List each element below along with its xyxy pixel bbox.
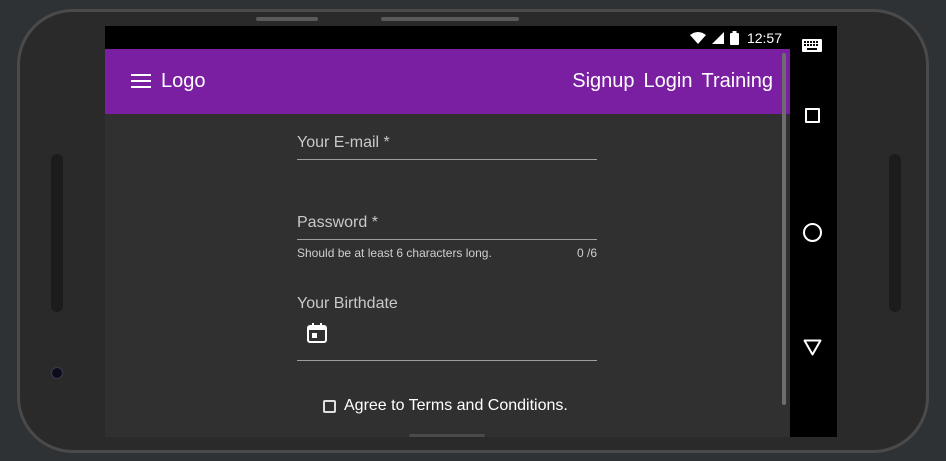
- password-label: Password *: [297, 214, 378, 231]
- email-underline: [297, 159, 597, 160]
- birthdate-field[interactable]: Your Birthdate: [297, 295, 597, 361]
- terms-label[interactable]: Agree to Terms and Conditions.: [344, 397, 568, 415]
- password-counter: 0 /6: [576, 246, 597, 260]
- android-nav-bar: [790, 26, 837, 437]
- recent-apps-icon[interactable]: [805, 108, 820, 123]
- toolbar-nav: Signup Login Training: [572, 70, 773, 93]
- wifi-icon: [689, 31, 706, 44]
- left-speaker: [51, 154, 63, 312]
- nav-training[interactable]: Training: [701, 70, 773, 93]
- home-icon[interactable]: [803, 223, 822, 242]
- calendar-icon[interactable]: [307, 323, 327, 343]
- power-button: [381, 17, 519, 21]
- nav-login[interactable]: Login: [644, 70, 693, 93]
- birthdate-underline: [297, 360, 597, 361]
- password-field[interactable]: Password * Should be at least 6 characte…: [297, 214, 597, 260]
- app-logo[interactable]: Logo: [161, 70, 206, 93]
- password-hint-row: Should be at least 6 characters long. 0 …: [297, 246, 597, 260]
- email-label: Your E-mail *: [297, 134, 390, 151]
- status-bar: 12:57: [105, 26, 790, 49]
- password-hint: Should be at least 6 characters long.: [297, 246, 492, 260]
- battery-icon: [729, 30, 739, 45]
- bottom-handle: [409, 434, 485, 437]
- device-screen: 12:57 Logo Signup Login Training Your E-…: [105, 26, 837, 437]
- terms-row[interactable]: Agree to Terms and Conditions.: [323, 397, 568, 415]
- scrollbar[interactable]: [782, 53, 786, 405]
- front-camera: [51, 367, 63, 379]
- nav-signup[interactable]: Signup: [572, 70, 634, 93]
- back-icon[interactable]: [803, 339, 822, 356]
- app-content: Logo Signup Login Training Your E-mail *…: [105, 49, 790, 437]
- app-toolbar: Logo Signup Login Training: [105, 49, 790, 114]
- right-speaker: [889, 154, 901, 312]
- email-field[interactable]: Your E-mail *: [297, 134, 597, 160]
- birthdate-label: Your Birthdate: [297, 295, 398, 312]
- signal-icon: [711, 31, 724, 44]
- password-underline: [297, 239, 597, 240]
- volume-button: [256, 17, 318, 21]
- keyboard-icon[interactable]: [802, 39, 822, 52]
- status-clock: 12:57: [746, 29, 782, 46]
- terms-checkbox[interactable]: [323, 399, 336, 413]
- hamburger-menu-icon[interactable]: [131, 74, 151, 90]
